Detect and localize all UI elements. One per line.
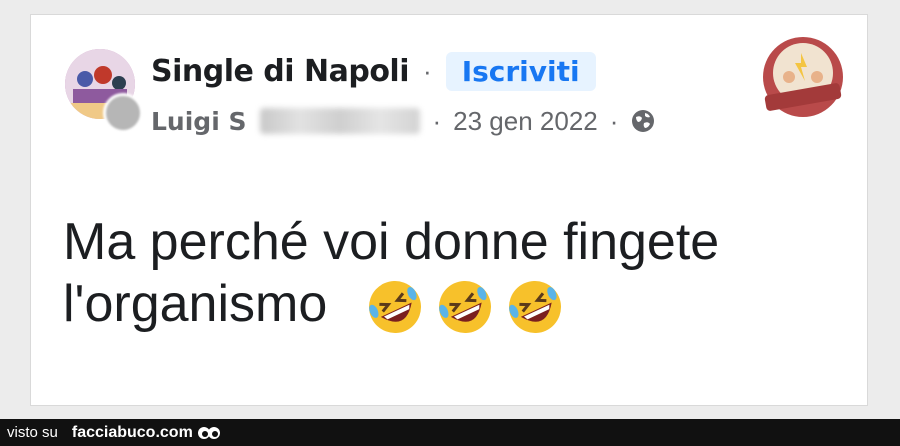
post-meta: Luigi S · 23 gen 2022 · [151, 103, 656, 139]
footer-bar: visto su facciabuco.com [0, 419, 900, 446]
rolling-on-floor-laughing-emoji-icon [438, 281, 491, 334]
group-name-link[interactable]: Single di Napoli [151, 54, 410, 89]
post-body: Ma perché voi donne fingete l'organismo [63, 211, 843, 338]
separator-dot: · [423, 55, 432, 86]
post-text-line-2-text: l'organismo [63, 275, 328, 333]
post-header: Single di Napoli · Iscriviti [151, 51, 596, 91]
post-text-line-1: Ma perché voi donne fingete [63, 213, 720, 271]
watermark-logo [763, 37, 843, 117]
site-link[interactable]: facciabuco.com [72, 424, 193, 442]
post-date[interactable]: 23 gen 2022 [453, 106, 598, 137]
rolling-on-floor-laughing-emoji-icon [368, 281, 421, 334]
post-text-line-2: l'organismo [63, 273, 843, 338]
emoji-group [364, 276, 566, 338]
eyes-icon [197, 426, 220, 439]
visto-su-label: visto su [7, 424, 58, 441]
subscribe-button[interactable]: Iscriviti [445, 51, 596, 91]
author-avatar[interactable] [103, 93, 143, 133]
globe-icon [632, 110, 655, 132]
separator-dot: · [609, 105, 619, 136]
redacted-author-surname [260, 108, 421, 134]
rolling-on-floor-laughing-emoji-icon [508, 281, 561, 334]
author-name-link[interactable]: Luigi S [151, 107, 246, 136]
separator-dot: · [432, 105, 442, 136]
avatar-group[interactable] [65, 49, 143, 139]
post-card: Single di Napoli · Iscriviti Luigi S · 2… [30, 14, 868, 406]
